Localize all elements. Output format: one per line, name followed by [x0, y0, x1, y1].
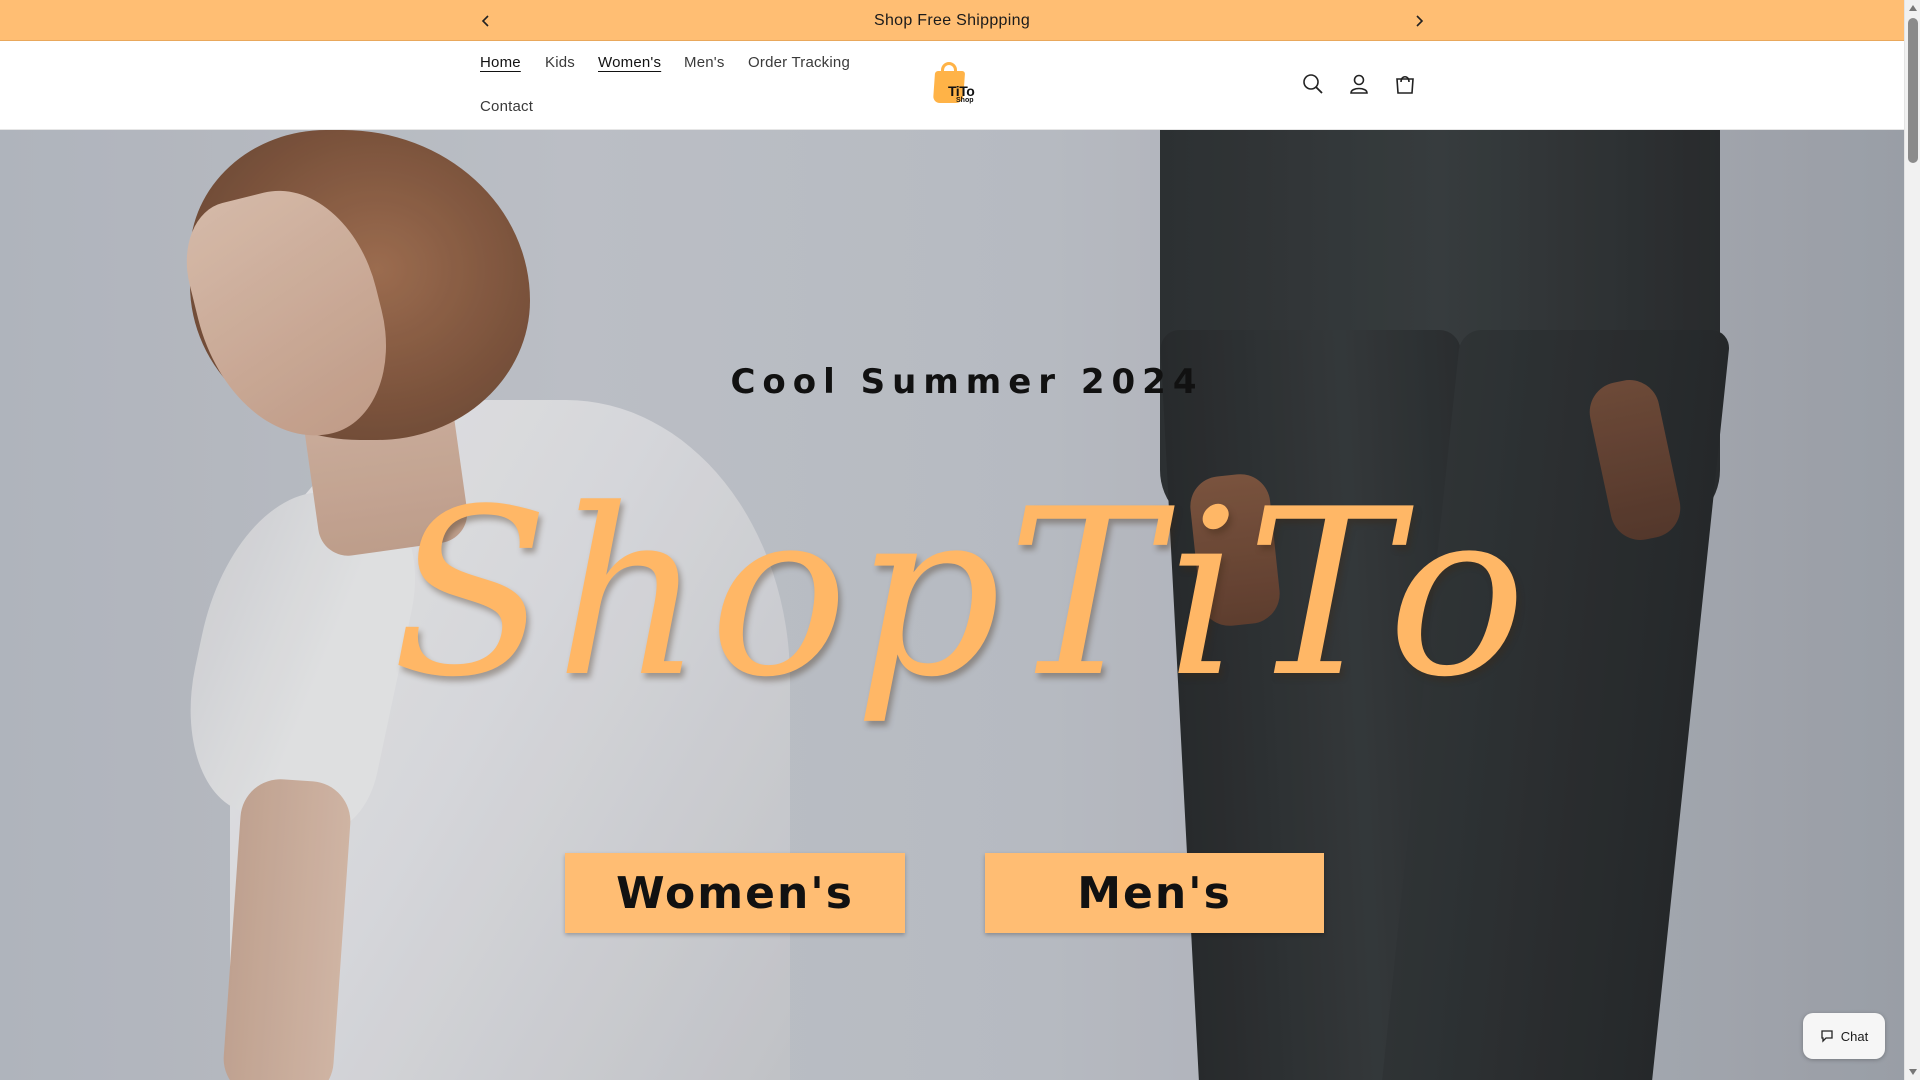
search-icon — [1303, 74, 1323, 94]
search-button[interactable] — [1298, 69, 1328, 99]
nav-item-home[interactable]: Home — [480, 54, 521, 71]
chat-bubble-icon — [1821, 1030, 1833, 1043]
hero-subtitle: Cool Summer 2024 — [730, 362, 1204, 402]
scroll-down-button[interactable] — [1905, 1064, 1920, 1080]
nav-item-kids[interactable]: Kids — [545, 54, 575, 71]
account-button[interactable] — [1344, 69, 1374, 99]
nav-item-womens[interactable]: Women's — [598, 54, 661, 71]
announcement-next-button[interactable] — [1408, 10, 1430, 32]
chat-button[interactable]: Chat — [1803, 1013, 1885, 1059]
announcement-text[interactable]: Shop Free Shippping — [0, 0, 1904, 41]
shop-mens-button[interactable]: Men's — [985, 853, 1324, 933]
nav-item-mens[interactable]: Men's — [684, 54, 725, 71]
hero-banner: Cool Summer 2024 ShopTiTo Women's Men's — [0, 130, 1904, 1080]
chat-label: Chat — [1840, 1028, 1869, 1044]
cart-button[interactable] — [1390, 69, 1420, 99]
triangle-up-icon — [1909, 5, 1917, 11]
hero-script-title: ShopTiTo — [391, 461, 1533, 728]
scroll-up-button[interactable] — [1905, 0, 1920, 16]
account-icon — [1350, 74, 1368, 94]
nav-item-order-tracking[interactable]: Order Tracking — [748, 54, 850, 71]
nav-item-contact[interactable]: Contact — [480, 98, 533, 115]
cart-icon — [1396, 75, 1414, 94]
site-logo[interactable]: TiTo Shop — [930, 59, 978, 109]
announcement-bar: Shop Free Shippping — [0, 0, 1904, 41]
site-header: Home Kids Women's Men's Order Tracking C… — [0, 41, 1904, 130]
page-viewport: Shop Free Shippping Home Kids Women's Me… — [0, 0, 1904, 1080]
triangle-down-icon — [1909, 1069, 1917, 1075]
page-scrollbar[interactable] — [1904, 0, 1920, 1080]
scrollbar-thumb[interactable] — [1908, 18, 1918, 163]
chevron-right-icon — [1416, 15, 1424, 27]
logo-subtext: Shop — [956, 97, 974, 104]
shop-womens-button[interactable]: Women's — [565, 853, 905, 933]
